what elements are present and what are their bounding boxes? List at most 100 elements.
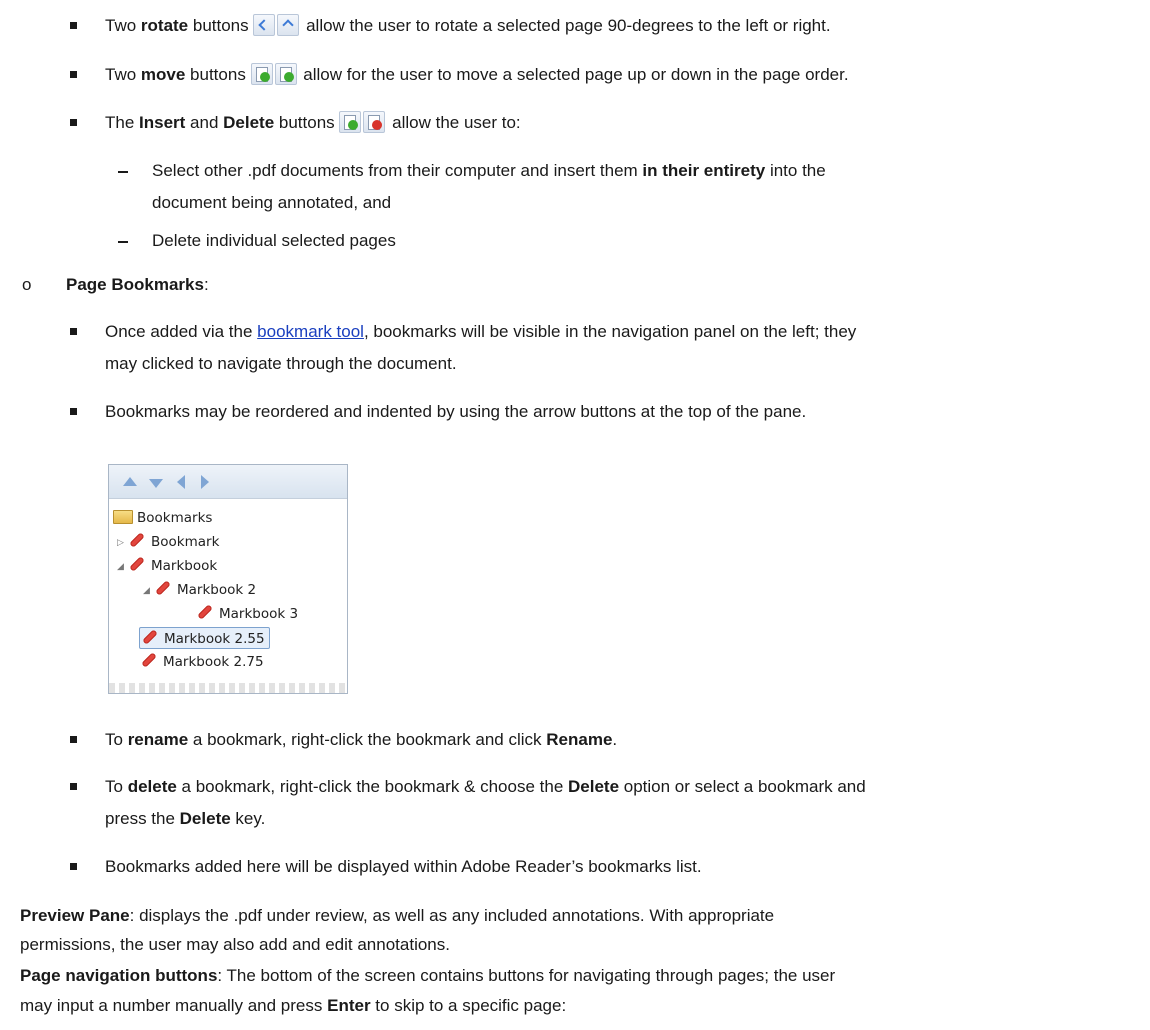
tree-label: Markbook	[151, 558, 218, 574]
rotate-left-icon	[253, 14, 276, 36]
move-down-icon	[274, 63, 297, 85]
text: Select other .pdf documents from their c…	[152, 161, 643, 180]
arrow-right-icon	[201, 475, 209, 489]
tree-label: Markbook 2.55	[164, 631, 265, 647]
text: and	[185, 113, 224, 132]
adobe-item: Bookmarks added here will be displayed w…	[105, 857, 702, 876]
bold-text: Insert	[139, 113, 186, 132]
insert-delete-item: The Insert and Delete buttons allow the …	[105, 110, 521, 136]
bold-text: rotate	[140, 16, 189, 35]
bullet-square	[70, 328, 77, 335]
bold-text: Delete	[223, 113, 275, 132]
folder-icon	[113, 510, 133, 524]
tree-label: Markbook 3	[219, 606, 299, 622]
bookmark-icon	[155, 580, 171, 596]
arrow-left-icon	[177, 475, 185, 489]
bullet-circle: o	[22, 275, 32, 294]
tree-root: Bookmarks	[113, 507, 212, 529]
text: .	[612, 730, 618, 749]
bookmark-item-2: Bookmarks may be reordered and indented …	[105, 402, 807, 421]
tree-node-selected: Markbook 2.55	[139, 627, 270, 649]
tree-label: Bookmarks	[137, 510, 213, 526]
tree-node: ◢ Markbook	[117, 555, 217, 577]
page-nav-para-cont: may input a number manually and press En…	[20, 993, 566, 1019]
rotate-right-icon	[277, 14, 300, 36]
bullet-square	[70, 736, 77, 743]
text: into the	[765, 161, 826, 180]
bold-text: Enter	[327, 996, 371, 1015]
torn-edge	[109, 683, 347, 693]
text: : displays the .pdf under review, as wel…	[129, 906, 775, 925]
tree-node: ◢ Markbook 2	[143, 579, 256, 601]
text: To	[105, 777, 128, 796]
text: buttons	[185, 65, 246, 84]
move-up-icon	[250, 63, 273, 85]
bookmark-icon	[129, 556, 145, 572]
bullet-dash	[118, 241, 128, 243]
bookmark-tool-link[interactable]: bookmark tool	[257, 322, 364, 341]
text: option or select a bookmark and	[619, 777, 866, 796]
text: allow the user to rotate a selected page…	[301, 16, 831, 35]
text: The	[105, 113, 140, 132]
bold-text: Page navigation buttons	[20, 966, 218, 985]
text: a bookmark, right-click the bookmark & c…	[176, 777, 569, 796]
bold-text: move	[140, 65, 186, 84]
preview-pane-para: Preview Pane: displays the .pdf under re…	[20, 903, 774, 929]
text: Two	[105, 16, 141, 35]
bookmark-panel-image: Bookmarks ▷ Bookmark ◢ Markbook ◢ Markbook …	[108, 464, 348, 694]
rotate-item: Two rotate buttons allow the user to rot…	[105, 13, 831, 39]
bullet-square	[70, 863, 77, 870]
expand-icon: ▷	[117, 538, 124, 548]
text: to skip to a specific page:	[370, 996, 567, 1015]
bookmark-icon	[141, 652, 157, 668]
bullet-square	[70, 22, 77, 29]
bold-text: delete	[127, 777, 177, 796]
move-item: Two move buttons allow for the user to m…	[105, 62, 849, 88]
sub-item-select: Select other .pdf documents from their c…	[152, 158, 826, 184]
bookmark-item-1-cont: may clicked to navigate through the docu…	[105, 354, 457, 373]
tree-node: Markbook 3	[197, 603, 298, 625]
text: key.	[230, 809, 266, 828]
bookmark-icon	[197, 604, 213, 620]
bold-text: Rename	[546, 730, 613, 749]
rename-item: To rename a bookmark, right-click the bo…	[105, 727, 617, 753]
bullet-square	[70, 783, 77, 790]
bookmark-toolbar	[109, 465, 347, 499]
text: may input a number manually and press	[20, 996, 328, 1015]
tree-label: Markbook 2	[177, 582, 257, 598]
bullet-dash	[118, 171, 128, 173]
delete-item: To delete a bookmark, right-click the bo…	[105, 774, 866, 800]
bullet-square	[70, 71, 77, 78]
bookmarks-heading: Page Bookmarks:	[66, 272, 209, 298]
text: , bookmarks will be visible in the navig…	[363, 322, 857, 341]
collapse-icon: ◢	[143, 586, 150, 596]
text: :	[203, 275, 209, 294]
bullet-square	[70, 119, 77, 126]
bold-text: Delete	[179, 809, 231, 828]
bold-text: Delete	[568, 777, 620, 796]
page-nav-para: Page navigation buttons: The bottom of t…	[20, 963, 835, 989]
bold-text: rename	[127, 730, 189, 749]
arrow-up-icon	[123, 477, 137, 486]
tree-label: Bookmark	[151, 534, 220, 550]
delete-item-cont: press the Delete key.	[105, 806, 265, 832]
bold-text: Preview Pane	[20, 906, 130, 925]
sub-item-delete: Delete individual selected pages	[152, 231, 396, 250]
text: buttons	[188, 16, 249, 35]
bullet-square	[70, 408, 77, 415]
text: To	[105, 730, 128, 749]
bookmark-icon	[142, 629, 158, 645]
bold-text: Page Bookmarks	[66, 275, 204, 294]
text: buttons	[274, 113, 335, 132]
text: press the	[105, 809, 180, 828]
tree-label: Markbook 2.75	[163, 654, 264, 670]
bookmark-item-1: Once added via the bookmark tool, bookma…	[105, 319, 856, 345]
text: Once added via the	[105, 322, 258, 341]
text: Two	[105, 65, 141, 84]
tree-node: ▷ Bookmark	[117, 531, 219, 553]
preview-pane-para-cont: permissions, the user may also add and e…	[20, 935, 450, 954]
bookmark-icon	[129, 532, 145, 548]
insert-page-icon	[339, 111, 362, 133]
text: a bookmark, right-click the bookmark and…	[188, 730, 547, 749]
tree-node: Markbook 2.75	[141, 651, 264, 673]
